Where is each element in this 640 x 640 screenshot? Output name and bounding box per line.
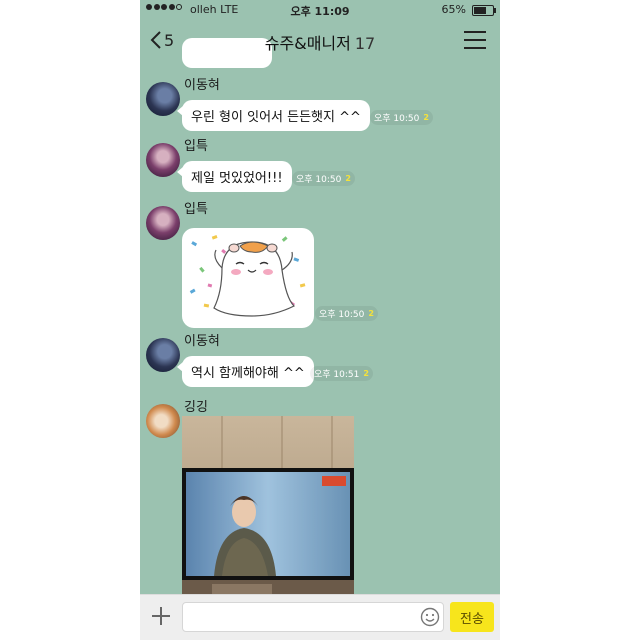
sender-name: 이동혀 (184, 334, 220, 349)
member-count: 17 (354, 34, 376, 53)
sender-name: 입특 (184, 202, 208, 217)
menu-button[interactable] (464, 31, 486, 49)
battery-icon (472, 5, 496, 16)
input-bar: 전송 (140, 594, 500, 640)
send-button[interactable]: 전송 (450, 602, 494, 632)
battery-percent: 65% (441, 3, 466, 16)
avatar[interactable] (146, 338, 180, 372)
unread-count: 2 (423, 113, 429, 122)
attach-button[interactable] (148, 603, 174, 629)
hamburger-menu-icon (464, 31, 486, 49)
chat-header: 5 슈주&매니저 17 (140, 20, 500, 60)
battery-fill (474, 7, 486, 14)
sender-name: 입특 (184, 139, 208, 154)
chat-room-name: 슈주&매니저 (264, 34, 351, 53)
avatar[interactable] (146, 143, 180, 177)
unread-count: 2 (368, 309, 374, 318)
message-bubble[interactable]: 우린 형이 잇어서 든든햇지 ^^ (177, 100, 370, 131)
avatar[interactable] (146, 82, 180, 116)
smiley-icon (420, 607, 440, 627)
avatar[interactable] (146, 206, 180, 240)
unread-count: 2 (345, 174, 351, 183)
sender-name: 이동혀 (184, 78, 220, 93)
status-bar: olleh LTE 오후 11:09 65% (140, 0, 500, 20)
hamster-sticker-icon (189, 235, 306, 317)
message-bubble[interactable]: 역시 함께해야해 ^^ (177, 356, 314, 387)
message-meta: 오후 10:51 2 (310, 366, 373, 381)
chat-screen: 이동혀 우린 형이 잇어서 든든햇지 ^^ 오후 10:50 2 입특 제일 멋… (140, 0, 500, 640)
sticker-message[interactable] (182, 228, 314, 328)
message-meta: 오후 10:50 2 (292, 171, 355, 186)
emoticon-button[interactable] (420, 607, 440, 627)
message-time: 오후 10:51 (314, 370, 360, 380)
chat-title: 슈주&매니저 17 (140, 30, 500, 54)
unread-count: 2 (363, 369, 369, 378)
message-time: 오후 10:50 (319, 310, 365, 320)
message-time: 오후 10:50 (296, 175, 342, 185)
plus-icon (152, 607, 170, 625)
message-meta: 오후 10:50 2 (370, 110, 433, 125)
photo-message[interactable] (182, 416, 354, 606)
message-bubble[interactable]: 제일 멋있었어!!! (177, 161, 292, 192)
message-input[interactable] (182, 602, 444, 632)
message-list[interactable]: 이동혀 우린 형이 잇어서 든든햇지 ^^ 오후 10:50 2 입특 제일 멋… (140, 0, 500, 606)
photo-image (182, 416, 354, 606)
avatar[interactable] (146, 404, 180, 438)
message-meta: 오후 10:50 2 (315, 306, 378, 321)
sender-name: 깅깅 (184, 400, 208, 415)
message-time: 오후 10:50 (374, 114, 420, 124)
